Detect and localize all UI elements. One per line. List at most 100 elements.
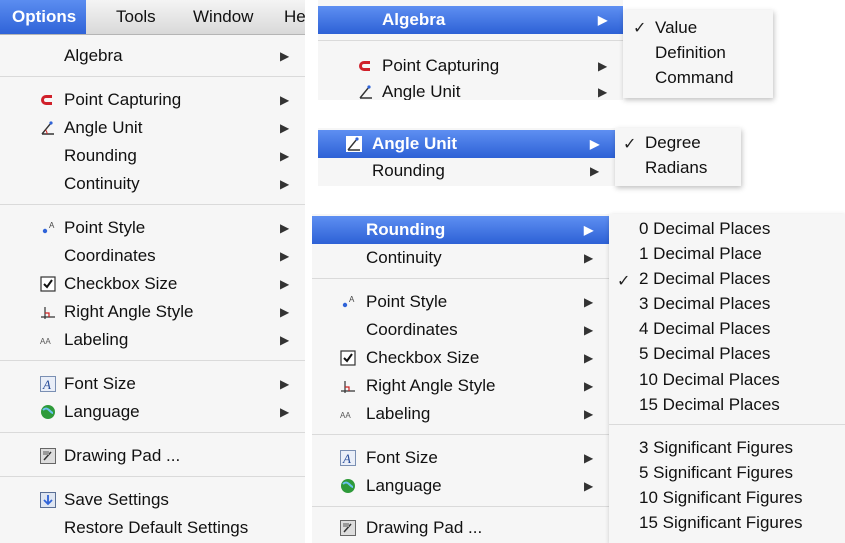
menu-item-angle-unit[interactable]: Angle Unit ▶ bbox=[0, 114, 305, 142]
menu-item-point-style[interactable]: A Point Style ▶ bbox=[312, 288, 609, 316]
submenu-arrow-icon: ▶ bbox=[584, 251, 594, 265]
menu-item-font-size[interactable]: A Font Size ▶ bbox=[0, 370, 305, 398]
submenu-item-degree[interactable]: Degree bbox=[615, 129, 741, 157]
separator bbox=[0, 76, 305, 77]
menu-help[interactable]: Hel bbox=[284, 7, 305, 27]
submenu-item-4-decimal-places[interactable]: 4 Decimal Places bbox=[609, 315, 845, 343]
submenu-item-15-decimal-places[interactable]: 15 Decimal Places bbox=[609, 391, 845, 419]
menu-item-checkbox-size[interactable]: Checkbox Size ▶ bbox=[312, 344, 609, 372]
menu-item-coordinates[interactable]: Coordinates ▶ bbox=[0, 242, 305, 270]
save-icon bbox=[40, 492, 56, 508]
svg-text:AA: AA bbox=[340, 411, 351, 420]
submenu-arrow-icon: ▶ bbox=[584, 451, 594, 465]
menu-item-angle-unit[interactable]: Angle Unit ▶ bbox=[318, 78, 623, 100]
submenu-item-15-significant-figures[interactable]: 15 Significant Figures bbox=[609, 509, 845, 537]
submenu-item-2-decimal-places[interactable]: 2 Decimal Places bbox=[609, 265, 845, 293]
checkbox-icon bbox=[340, 350, 356, 366]
menu-item-right-angle-style[interactable]: Right Angle Style ▶ bbox=[312, 372, 609, 400]
submenu-item-command[interactable]: Command bbox=[623, 64, 773, 92]
submenu-item-10-significant-figures[interactable]: 10 Significant Figures bbox=[609, 484, 845, 512]
menu-item-language[interactable]: Language ▶ bbox=[0, 398, 305, 426]
drawing-pad-icon bbox=[340, 520, 356, 536]
submenu-arrow-icon: ▶ bbox=[584, 323, 594, 337]
separator bbox=[0, 476, 305, 477]
submenu-arrow-icon: ▶ bbox=[280, 149, 290, 163]
separator bbox=[609, 424, 845, 425]
submenu-item-5-decimal-places[interactable]: 5 Decimal Places bbox=[609, 340, 845, 368]
menu-tools[interactable]: Tools bbox=[116, 7, 156, 27]
submenu-item-definition[interactable]: Definition bbox=[623, 39, 773, 67]
submenu-item-radians[interactable]: Radians bbox=[615, 154, 741, 182]
globe-icon bbox=[341, 479, 355, 493]
submenu-arrow-icon: ▶ bbox=[584, 223, 594, 237]
magnet-icon bbox=[41, 95, 52, 105]
menu-item-language[interactable]: Language ▶ bbox=[312, 472, 609, 500]
menu-item-labeling[interactable]: AA Labeling ▶ bbox=[312, 400, 609, 428]
angle-unit-menu-crop: Angle Unit ▶ Rounding ▶ bbox=[318, 128, 615, 186]
submenu-arrow-icon: ▶ bbox=[280, 333, 290, 347]
rounding-menu-crop: Rounding ▶ Continuity ▶ A Point Style ▶ … bbox=[312, 214, 609, 543]
submenu-arrow-icon: ▶ bbox=[584, 407, 594, 421]
menu-item-algebra-highlighted[interactable]: Algebra ▶ bbox=[318, 6, 623, 34]
menu-window[interactable]: Window bbox=[193, 7, 253, 27]
submenu-item-10-decimal-places[interactable]: 10 Decimal Places bbox=[609, 366, 845, 394]
submenu-arrow-icon: ▶ bbox=[280, 405, 290, 419]
submenu-arrow-icon: ▶ bbox=[584, 479, 594, 493]
menu-item-drawing-pad[interactable]: Drawing Pad ... bbox=[0, 442, 305, 470]
svg-text:A: A bbox=[49, 221, 55, 230]
submenu-item-3-significant-figures[interactable]: 3 Significant Figures bbox=[609, 434, 845, 462]
separator bbox=[0, 432, 305, 433]
svg-text:A: A bbox=[349, 295, 355, 304]
point-style-icon: A bbox=[342, 295, 355, 308]
submenu-item-0-decimal-places[interactable]: 0 Decimal Places bbox=[609, 215, 845, 243]
angle-icon bbox=[346, 136, 362, 152]
submenu-item-value[interactable]: Value bbox=[623, 14, 773, 42]
menu-item-checkbox-size[interactable]: Checkbox Size ▶ bbox=[0, 270, 305, 298]
submenu-item-3-decimal-places[interactable]: 3 Decimal Places bbox=[609, 290, 845, 318]
menu-item-continuity[interactable]: Continuity ▶ bbox=[312, 244, 609, 272]
menu-item-rounding[interactable]: Rounding ▶ bbox=[318, 157, 615, 185]
submenu-arrow-icon: ▶ bbox=[280, 49, 290, 63]
menu-item-save-settings[interactable]: Save Settings bbox=[0, 486, 305, 514]
algebra-submenu: ✓ Value Definition Command bbox=[623, 10, 773, 98]
angle-unit-submenu: ✓ Degree Radians bbox=[615, 128, 741, 186]
separator bbox=[312, 434, 609, 435]
menu-item-rounding[interactable]: Rounding ▶ bbox=[0, 142, 305, 170]
menu-item-labeling[interactable]: AA Labeling ▶ bbox=[0, 326, 305, 354]
menu-item-point-capturing[interactable]: Point Capturing ▶ bbox=[0, 86, 305, 114]
submenu-arrow-icon: ▶ bbox=[280, 121, 290, 135]
menu-item-restore-default-settings[interactable]: Restore Default Settings bbox=[0, 514, 305, 542]
menu-item-point-capturing[interactable]: Point Capturing ▶ bbox=[318, 52, 623, 80]
magnet-icon bbox=[359, 61, 370, 71]
right-angle-icon bbox=[341, 381, 355, 393]
right-angle-icon bbox=[41, 307, 55, 319]
submenu-arrow-icon: ▶ bbox=[598, 13, 608, 27]
menu-item-algebra[interactable]: Algebra ▶ bbox=[0, 42, 305, 70]
angle-icon bbox=[41, 121, 54, 135]
drawing-pad-icon bbox=[40, 448, 56, 464]
menu-item-rounding-highlighted[interactable]: Rounding ▶ bbox=[312, 216, 609, 244]
svg-text:A: A bbox=[342, 451, 351, 466]
submenu-item-1-decimal-place[interactable]: 1 Decimal Place bbox=[609, 240, 845, 268]
rounding-submenu: ✓ 0 Decimal Places 1 Decimal Place 2 Dec… bbox=[609, 214, 845, 543]
separator bbox=[0, 204, 305, 205]
checkbox-icon bbox=[40, 276, 56, 292]
menu-item-angle-unit-highlighted[interactable]: Angle Unit ▶ bbox=[318, 130, 615, 158]
menu-item-drawing-pad[interactable]: Drawing Pad ... bbox=[312, 514, 609, 542]
separator bbox=[312, 506, 609, 507]
submenu-arrow-icon: ▶ bbox=[584, 379, 594, 393]
submenu-arrow-icon: ▶ bbox=[280, 177, 290, 191]
menu-item-continuity[interactable]: Continuity ▶ bbox=[0, 170, 305, 198]
menu-item-coordinates[interactable]: Coordinates ▶ bbox=[312, 316, 609, 344]
menu-options[interactable]: Options bbox=[0, 0, 87, 34]
labeling-icon: AA bbox=[340, 411, 351, 420]
submenu-item-5-significant-figures[interactable]: 5 Significant Figures bbox=[609, 459, 845, 487]
menu-bar: Options Tools Window Hel bbox=[0, 0, 305, 35]
submenu-arrow-icon: ▶ bbox=[598, 85, 608, 99]
submenu-arrow-icon: ▶ bbox=[280, 377, 290, 391]
menu-item-font-size[interactable]: A Font Size ▶ bbox=[312, 444, 609, 472]
menu-item-right-angle-style[interactable]: Right Angle Style ▶ bbox=[0, 298, 305, 326]
menu-item-point-style[interactable]: A Point Style ▶ bbox=[0, 214, 305, 242]
separator bbox=[318, 40, 623, 41]
algebra-menu-crop: Algebra ▶ Point Capturing ▶ Angle Unit ▶ bbox=[318, 0, 623, 100]
